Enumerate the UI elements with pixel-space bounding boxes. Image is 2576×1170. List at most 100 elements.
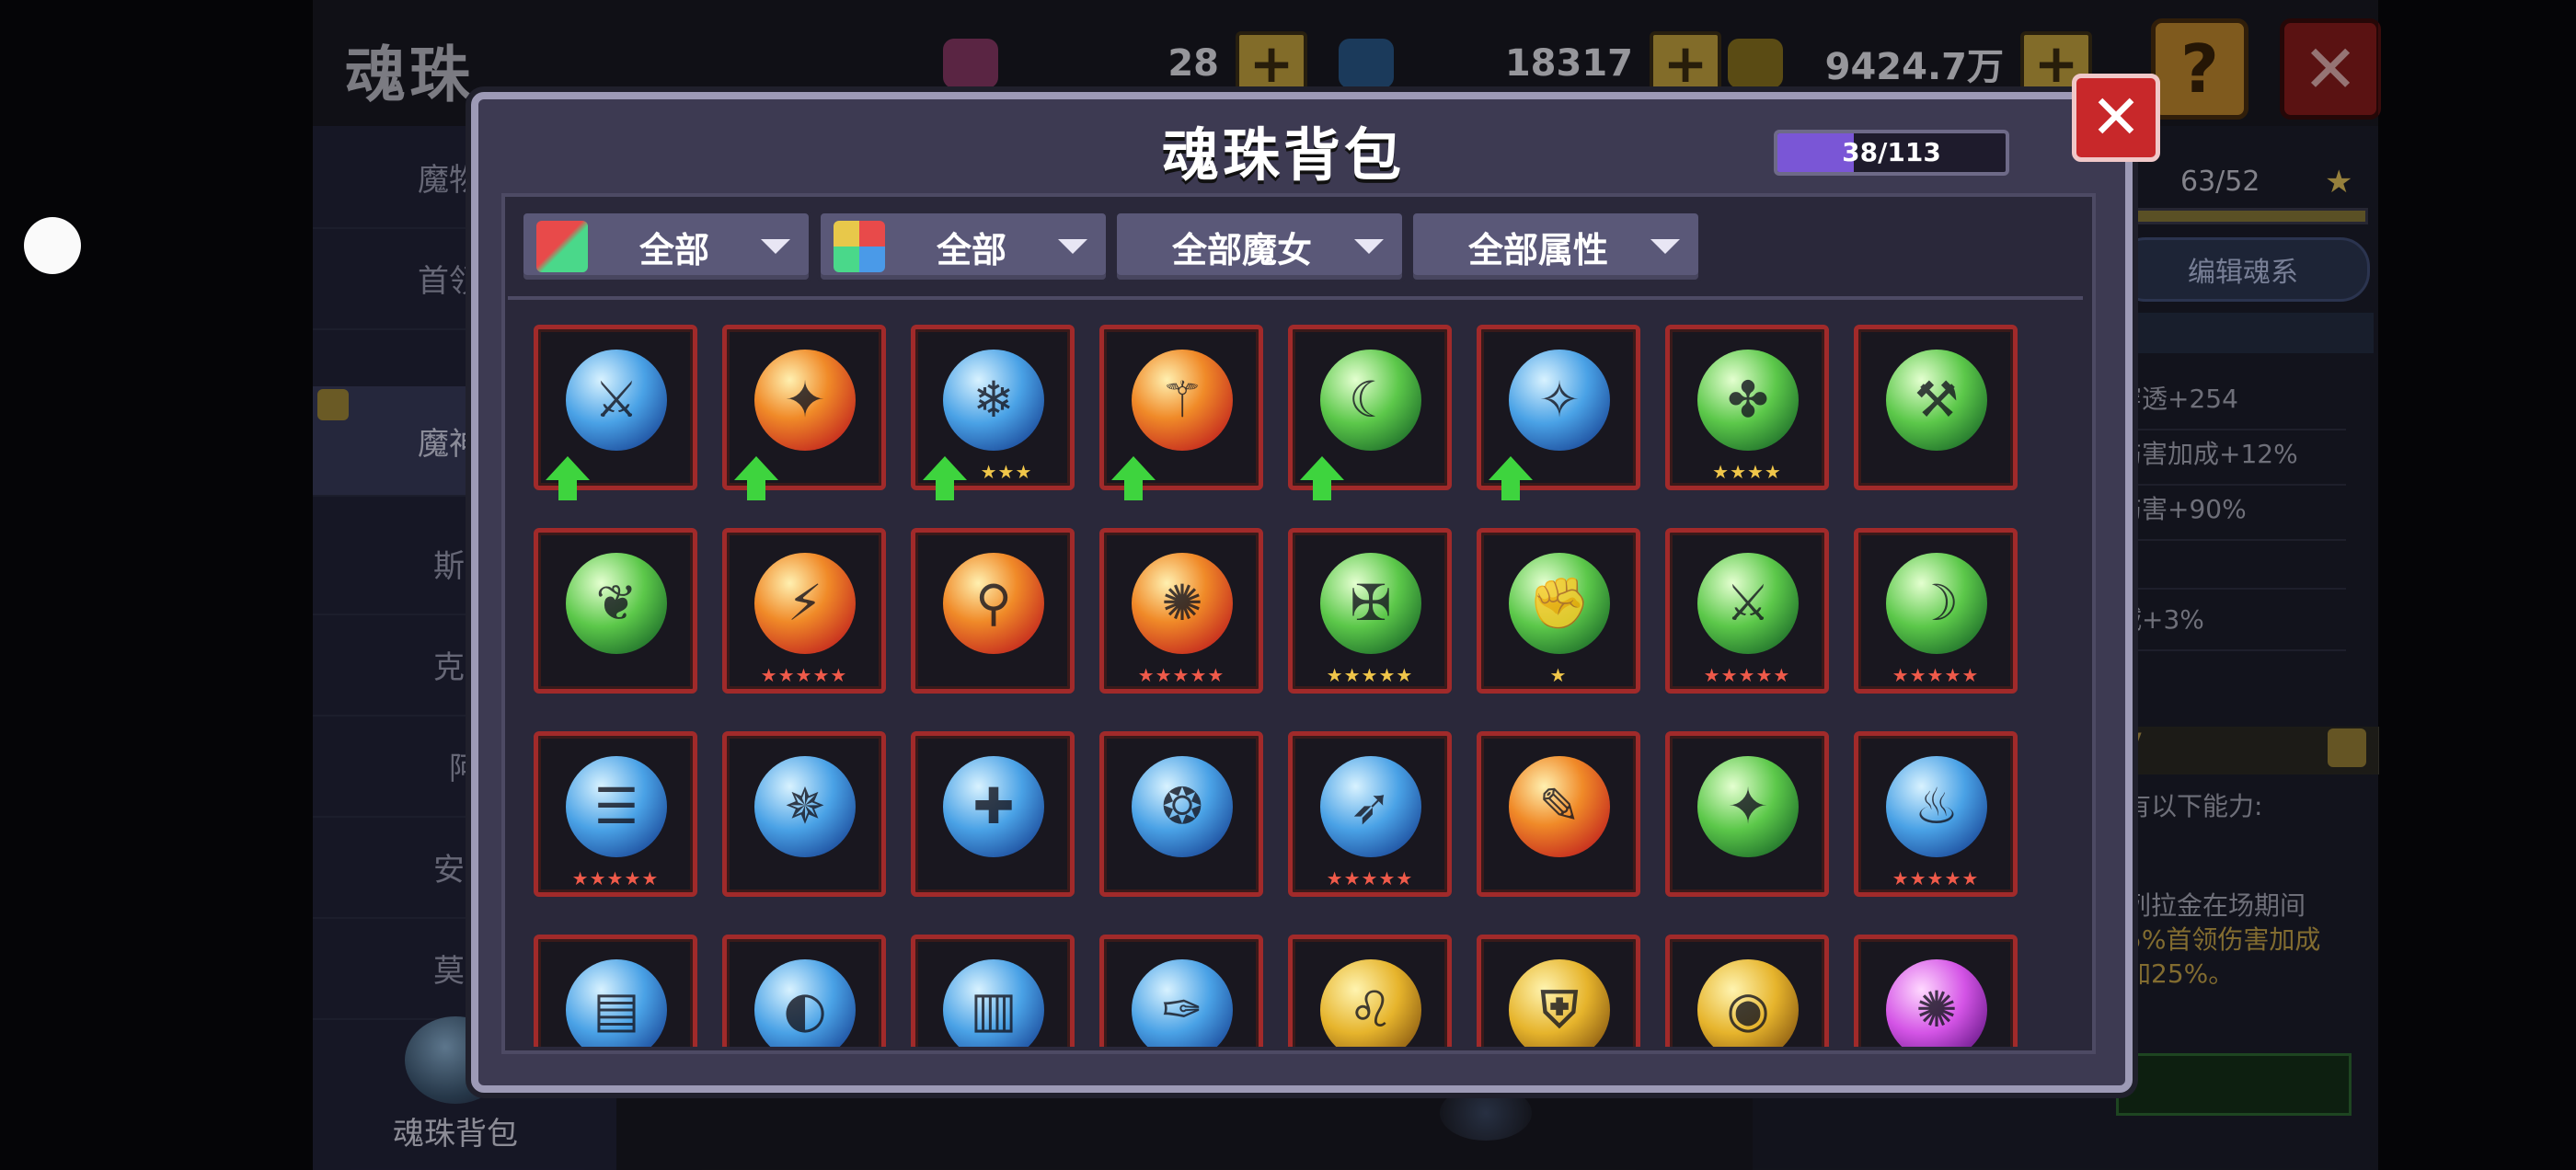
soul-orb-slot[interactable]: ☰ ★★★★★ [534, 731, 697, 897]
soul-orb-slot[interactable]: ⚡ ★★★★★ [722, 528, 886, 694]
soul-orb-slot[interactable]: ✺ ★★★★★ [1099, 528, 1263, 694]
upgrade-arrow-icon [1300, 456, 1344, 500]
soul-orb-slot[interactable]: ⛨ [1477, 935, 1640, 1047]
violet-dagger-orb-icon: ✦ [1697, 756, 1799, 857]
orb-symbol-icon: ✦ [1727, 777, 1769, 835]
soul-orb-slot[interactable]: ☾ [1288, 325, 1452, 500]
divider [508, 296, 2083, 300]
orb-symbol-icon: ☰ [593, 777, 639, 835]
soul-orb-slot[interactable]: ✦ [722, 325, 886, 500]
pink-sphere-orb-icon: ✺ [1886, 959, 1987, 1047]
soul-orb-slot[interactable]: ✵ [722, 731, 886, 897]
orb-symbol-icon: ✧ [1538, 371, 1581, 429]
orb-symbol-icon: ⚚ [1159, 371, 1205, 429]
orb-symbol-icon: ✑ [1161, 981, 1203, 1038]
green-sword-orb-icon: ⚔ [1697, 553, 1799, 654]
soul-orb-slot[interactable]: ✊ ★ [1477, 528, 1640, 694]
dark-lance-orb-icon: ➶ [1320, 756, 1421, 857]
soul-orb-slot[interactable]: ⚚ [1099, 325, 1263, 500]
star-rating: ★★★★★ [760, 664, 848, 686]
upgrade-arrow-icon [546, 456, 590, 500]
orb-symbol-icon: ♨ [1914, 777, 1960, 835]
orb-symbol-icon: ◐ [783, 981, 827, 1038]
soul-orb-slot[interactable]: ▥ [911, 935, 1075, 1047]
type-filter-icon [834, 221, 885, 272]
soul-orb-slot[interactable]: ❄ ★★★ [911, 325, 1075, 500]
orb-symbol-icon: ✤ [1727, 371, 1769, 429]
pink-bat-orb-icon: ✵ [754, 756, 856, 857]
golden-lion-orb-icon: ♌ [1320, 959, 1421, 1047]
soul-orb-slot[interactable]: ♌ [1288, 935, 1452, 1047]
orb-symbol-icon: ❦ [595, 574, 638, 632]
blue-cross-orb-icon: ✚ [943, 756, 1044, 857]
star-rating: ★★★★★ [1326, 664, 1414, 686]
star-rating: ★★★★★ [1892, 664, 1980, 686]
rarity-filter-dropdown[interactable]: 全部 [520, 210, 812, 283]
orb-symbol-icon: ☾ [1348, 371, 1394, 429]
close-button[interactable]: ✕ [2072, 74, 2160, 162]
orb-symbol-icon: ➶ [1350, 777, 1392, 835]
orb-symbol-icon: ✵ [784, 777, 826, 835]
soul-orb-slot[interactable]: ❦ [534, 528, 697, 694]
soul-orb-slot[interactable]: ⚔ ★★★★★ [1665, 528, 1829, 694]
flame-scythe-orb-icon: ⚡ [754, 553, 856, 654]
orb-symbol-icon: ▥ [970, 981, 1018, 1038]
orb-symbol-icon: ⚡ [788, 574, 822, 632]
modal-title: 魂珠背包 [1161, 121, 1405, 189]
attribute-filter-dropdown[interactable]: 全部属性 [1409, 210, 1702, 283]
soul-orb-slot[interactable]: ◉ [1665, 935, 1829, 1047]
soul-orb-slot[interactable]: ◐ [722, 935, 886, 1047]
soul-orb-slot[interactable]: ♨ ★★★★★ [1854, 731, 2018, 897]
golden-sphere-orb-icon: ◉ [1697, 959, 1799, 1047]
soul-orb-slot[interactable]: ✚ [911, 731, 1075, 897]
soul-orb-slot[interactable]: ➶ ★★★★★ [1288, 731, 1452, 897]
floating-assist-button[interactable] [24, 217, 81, 274]
soul-orb-slot[interactable]: ☽ ★★★★★ [1854, 528, 2018, 694]
orb-symbol-icon: ✠ [1350, 574, 1392, 632]
soul-orb-slot[interactable]: ✺ [1854, 935, 2018, 1047]
orb-symbol-icon: ◉ [1726, 981, 1770, 1038]
soul-orb-slot[interactable]: ▤ [534, 935, 697, 1047]
orb-symbol-icon: ⚔ [1725, 574, 1771, 632]
orb-symbol-icon: ⚔ [593, 371, 639, 429]
soul-orb-slot[interactable]: ❂ [1099, 731, 1263, 897]
soul-orb-slot[interactable]: ⚒ [1854, 325, 2018, 490]
soul-orb-slot[interactable]: ✦ [1665, 731, 1829, 897]
tome-orb-icon: ▤ [566, 959, 667, 1047]
orb-symbol-icon: ✚ [972, 777, 1015, 835]
soul-orb-slot[interactable]: ✎ [1477, 731, 1640, 897]
soul-orb-slot[interactable]: ✑ [1099, 935, 1263, 1047]
star-rating: ★★★★★ [571, 867, 660, 889]
orb-symbol-icon: ♌ [1348, 981, 1394, 1038]
green-vine-orb-icon: ❦ [566, 553, 667, 654]
purple-crescent-blade-orb-icon: ⚔ [566, 350, 667, 451]
chevron-down-icon [761, 239, 790, 254]
orb-symbol-icon: ✺ [1915, 981, 1958, 1038]
rarity-filter-label: 全部 [638, 229, 709, 270]
soul-orb-grid: ⚔ ✦ ❄ ★★★ ⚚ ☾ ✧ ✤ ★★★★ ⚒ ❦ ⚡ ★★★★★ ⚲ ✺ ★★★★★ ✠ ★★★★★ ✊ ★ ⚔ ★★… [515, 311, 2070, 1047]
type-filter-dropdown[interactable]: 全部 [817, 210, 1110, 283]
silver-sword-orb-icon: ✎ [1509, 756, 1610, 857]
star-rating: ★★★★ [1712, 461, 1782, 483]
soul-orb-slot[interactable]: ⚔ [534, 325, 697, 500]
star-rating: ★★★★★ [1326, 867, 1414, 889]
orb-symbol-icon: ✊ [1528, 574, 1591, 632]
soul-orb-slot[interactable]: ✧ [1477, 325, 1640, 500]
soul-orb-slot[interactable]: ✤ ★★★★ [1665, 325, 1829, 490]
chevron-down-icon [1058, 239, 1087, 254]
orb-symbol-icon: ☽ [1914, 574, 1960, 632]
blue-feather-orb-icon: ✑ [1132, 959, 1233, 1047]
witch-filter-label: 全部魔女 [1171, 229, 1312, 270]
spiked-drill-orb-icon: ✦ [754, 350, 856, 451]
orb-symbol-icon: ❄ [972, 371, 1015, 429]
upgrade-arrow-icon [1111, 456, 1156, 500]
scroll-orb-icon: ▥ [943, 959, 1044, 1047]
soul-orb-slot[interactable]: ✠ ★★★★★ [1288, 528, 1452, 694]
star-rating: ★★★★★ [1892, 867, 1980, 889]
golden-trident-orb-icon: ⚚ [1132, 350, 1233, 451]
soul-orb-slot[interactable]: ⚲ [911, 528, 1075, 694]
orb-symbol-icon: ▤ [592, 981, 640, 1038]
witch-filter-dropdown[interactable]: 全部魔女 [1113, 210, 1406, 283]
orb-symbol-icon: ⚒ [1914, 371, 1960, 429]
type-filter-label: 全部 [936, 229, 1006, 270]
